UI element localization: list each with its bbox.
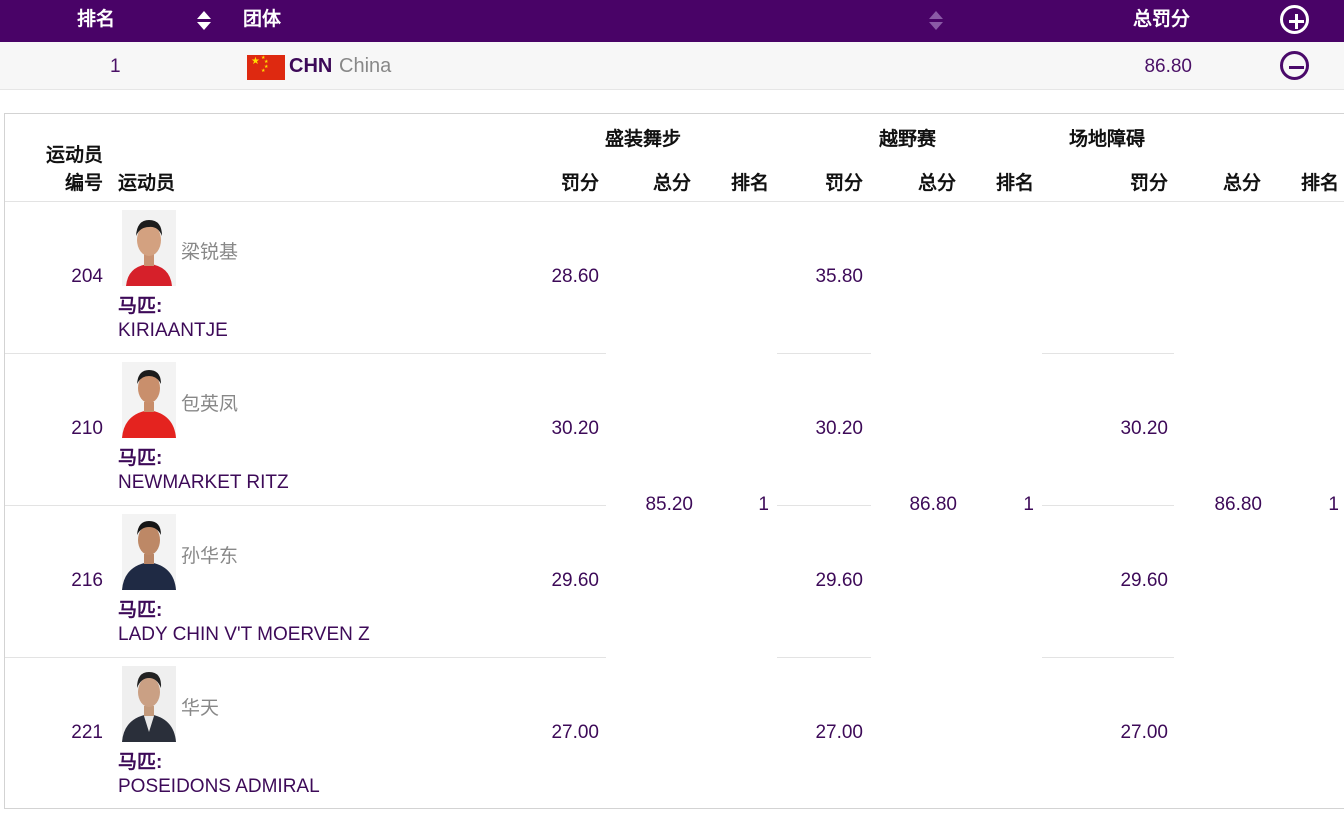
total-penalty-column-header[interactable]: 总罚分 [1133, 0, 1190, 40]
athlete-name[interactable]: 包英凤 [181, 389, 238, 416]
header-divider [5, 201, 1344, 202]
horse-name[interactable]: NEWMARKET RITZ [118, 472, 289, 494]
cross-country-header: 越野赛 [879, 129, 937, 150]
jumping-penalty-header: 罚分 [1129, 173, 1168, 194]
athlete-number: 221 [71, 722, 103, 743]
dressage-penalty: 29.60 [551, 570, 599, 591]
jumping-rank-header: 排名 [1300, 173, 1339, 194]
athlete-number: 210 [71, 418, 103, 439]
team-detail-panel: 运动员 编号 运动员 盛装舞步 越野赛 场地障碍 罚分 总分 排名 罚分 总分 … [4, 113, 1344, 809]
cross-country-phase-rank: 1 [1023, 494, 1034, 515]
athlete-name[interactable]: 孙华东 [181, 541, 238, 568]
team-column-header[interactable]: 团体 [243, 0, 281, 40]
horse-label: 马匹: [118, 600, 163, 621]
results-header: 排名 团体 总罚分 [0, 0, 1344, 42]
jumping-header: 场地障碍 [1069, 129, 1146, 150]
rank-sort-icon[interactable] [197, 11, 211, 31]
china-flag-icon: ★ ★ ★ ★ ★ [247, 55, 285, 80]
cross-country-rank-header: 排名 [995, 173, 1034, 194]
rank-column-header[interactable]: 排名 [77, 0, 115, 40]
jumping-penalty: 30.20 [1120, 418, 1168, 439]
dressage-phase-rank: 1 [758, 494, 769, 515]
row-divider [1042, 505, 1174, 506]
team-sort-icon[interactable] [929, 11, 943, 31]
athlete-name[interactable]: 梁锐基 [181, 237, 238, 264]
row-divider [1042, 353, 1174, 354]
row-divider [1042, 657, 1174, 658]
cross-country-penalty: 27.00 [815, 722, 863, 743]
row-divider [777, 657, 871, 658]
team-rank: 1 [110, 56, 121, 77]
dressage-rank-header: 排名 [730, 173, 769, 194]
jumping-phase-rank: 1 [1328, 494, 1339, 515]
athlete-header: 运动员 [118, 173, 176, 194]
athlete-photo [122, 514, 176, 590]
cross-country-penalty-header: 罚分 [824, 173, 863, 194]
team-total-penalty: 86.80 [1144, 56, 1192, 77]
dressage-total-header: 总分 [652, 173, 691, 194]
horse-label: 马匹: [118, 752, 163, 773]
dressage-penalty-header: 罚分 [560, 173, 599, 194]
athlete-photo [122, 666, 176, 742]
horse-name[interactable]: KIRIAANTJE [118, 320, 228, 342]
horse-name[interactable]: LADY CHIN V'T MOERVEN Z [118, 624, 370, 646]
athlete-no-header-line2: 编号 [64, 173, 103, 194]
dressage-penalty: 30.20 [551, 418, 599, 439]
team-name[interactable]: China [339, 55, 391, 78]
athlete-number: 216 [71, 570, 103, 591]
athlete-photo [122, 362, 176, 438]
row-divider [5, 505, 606, 506]
cross-country-total-header: 总分 [917, 173, 956, 194]
horse-label: 马匹: [118, 448, 163, 469]
jumping-phase-total: 86.80 [1214, 494, 1262, 515]
dressage-penalty: 27.00 [551, 722, 599, 743]
cross-country-phase-total: 86.80 [909, 494, 957, 515]
athlete-photo [122, 210, 176, 286]
athlete-name[interactable]: 华天 [181, 693, 219, 720]
cross-country-penalty: 35.80 [815, 266, 863, 287]
cross-country-penalty: 29.60 [815, 570, 863, 591]
jumping-penalty: 29.60 [1120, 570, 1168, 591]
athlete-number: 204 [71, 266, 103, 287]
jumping-penalty: 27.00 [1120, 722, 1168, 743]
horse-label: 马匹: [118, 296, 163, 317]
athlete-no-header-line1: 运动员 [45, 145, 103, 166]
horse-name[interactable]: POSEIDONS ADMIRAL [118, 776, 320, 798]
dressage-phase-total: 85.20 [645, 494, 693, 515]
jumping-total-header: 总分 [1222, 173, 1261, 194]
team-row[interactable]: 1 ★ ★ ★ ★ ★ CHN China 86.80 [0, 42, 1344, 90]
row-divider [777, 353, 871, 354]
cross-country-penalty: 30.20 [815, 418, 863, 439]
expand-icon[interactable] [1280, 5, 1309, 34]
dressage-header: 盛装舞步 [605, 129, 682, 150]
team-code[interactable]: CHN [289, 55, 332, 78]
row-divider [5, 353, 606, 354]
dressage-penalty: 28.60 [551, 266, 599, 287]
row-divider [5, 657, 606, 658]
collapse-icon[interactable] [1280, 51, 1309, 80]
